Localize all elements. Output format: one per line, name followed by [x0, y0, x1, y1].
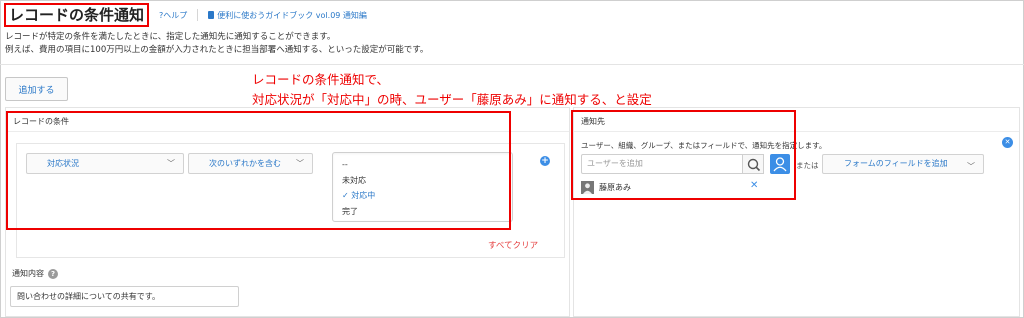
add-form-field-button[interactable]: フォームのフィールドを追加 ﹀ [822, 154, 984, 174]
conditions-title: レコードの条件 [6, 108, 569, 132]
help-link[interactable]: ?ヘルプ [159, 10, 187, 21]
field-select[interactable]: 対応状況 ﹀ [26, 153, 184, 174]
chevron-down-icon: ﹀ [167, 159, 175, 168]
recipients-description: ユーザー、組織、グループ、またはフィールドで、通知先を指定します。 [581, 141, 827, 150]
chevron-down-icon: ﹀ [296, 159, 304, 168]
operator-select-label: 次のいずれかを含む [209, 159, 281, 168]
recipient-user-name: 藤原あみ [599, 182, 631, 192]
question-icon[interactable]: ? [48, 268, 58, 279]
page-description: レコードが特定の条件を満たしたときに、指定した通知先に通知することができます。 … [5, 31, 428, 57]
listbox-option[interactable]: -- [342, 157, 512, 173]
conditions-panel: レコードの条件 対応状況 ﹀ 次のいずれかを含む ﹀ -- 未対応 ✓ 対応中 … [5, 107, 570, 317]
description-line-1: レコードが特定の条件を満たしたときに、指定した通知先に通知することができます。 [5, 32, 336, 42]
clear-all-link[interactable]: すべてクリア [488, 239, 538, 251]
user-search-input[interactable]: ユーザーを追加 [581, 154, 743, 174]
operator-select[interactable]: 次のいずれかを含む ﹀ [188, 153, 313, 174]
listbox-option[interactable]: 完了 [342, 204, 512, 220]
search-icon [747, 158, 761, 172]
header-divider [197, 9, 199, 21]
listbox-option[interactable]: 未対応 [342, 173, 512, 189]
recipient-user-row: 藤原あみ [581, 179, 631, 195]
book-icon [208, 11, 215, 19]
value-listbox[interactable]: -- 未対応 ✓ 対応中 完了 [332, 152, 513, 222]
add-form-field-label: フォームのフィールドを追加 [844, 159, 948, 168]
description-line-2: 例えば、費用の項目に100万円以上の金額が入力されたときに担当部署へ通知する、と… [5, 45, 429, 55]
divider [0, 64, 1024, 65]
plus-circle-icon[interactable]: + [540, 156, 550, 166]
guidebook-label: 便利に使おうガイドブック vol.09 通知編 [217, 10, 367, 20]
listbox-option-selected[interactable]: ✓ 対応中 [342, 188, 512, 204]
recipients-title: 通知先 [574, 108, 1019, 132]
notification-content-label-text: 通知内容 [12, 269, 44, 278]
guidebook-link[interactable]: 便利に使おうガイドブック vol.09 通知編 [208, 10, 367, 21]
avatar [581, 180, 594, 194]
annotation-text: レコードの条件通知で、 対応状況が「対応中」の時、ユーザー「藤原あみ」に通知する… [252, 70, 652, 110]
annotation-line-1: レコードの条件通知で、 [252, 72, 390, 87]
page-header: レコードの条件通知 ?ヘルプ 便利に使おうガイドブック vol.09 通知編 [4, 3, 367, 27]
user-icon [773, 157, 787, 172]
recipients-panel: 通知先 ユーザー、組織、グループ、またはフィールドで、通知先を指定します。 ユー… [573, 107, 1020, 317]
notification-content-label: 通知内容 ? [12, 268, 58, 279]
condition-box: 対応状況 ﹀ 次のいずれかを含む ﹀ -- 未対応 ✓ 対応中 完了 + [16, 143, 565, 258]
remove-row-icon[interactable]: ✕ [1002, 137, 1013, 148]
close-icon[interactable]: ✕ [750, 181, 758, 191]
user-picker-button[interactable] [770, 154, 790, 174]
field-select-label: 対応状況 [47, 159, 79, 168]
notification-content-input[interactable]: 問い合わせの詳細についての共有です。 [10, 286, 239, 307]
add-button[interactable]: 追加する [5, 77, 68, 101]
page-title: レコードの条件通知 [4, 3, 150, 27]
search-button[interactable] [742, 154, 764, 174]
chevron-down-icon: ﹀ [967, 162, 975, 171]
or-text: または [796, 161, 819, 170]
